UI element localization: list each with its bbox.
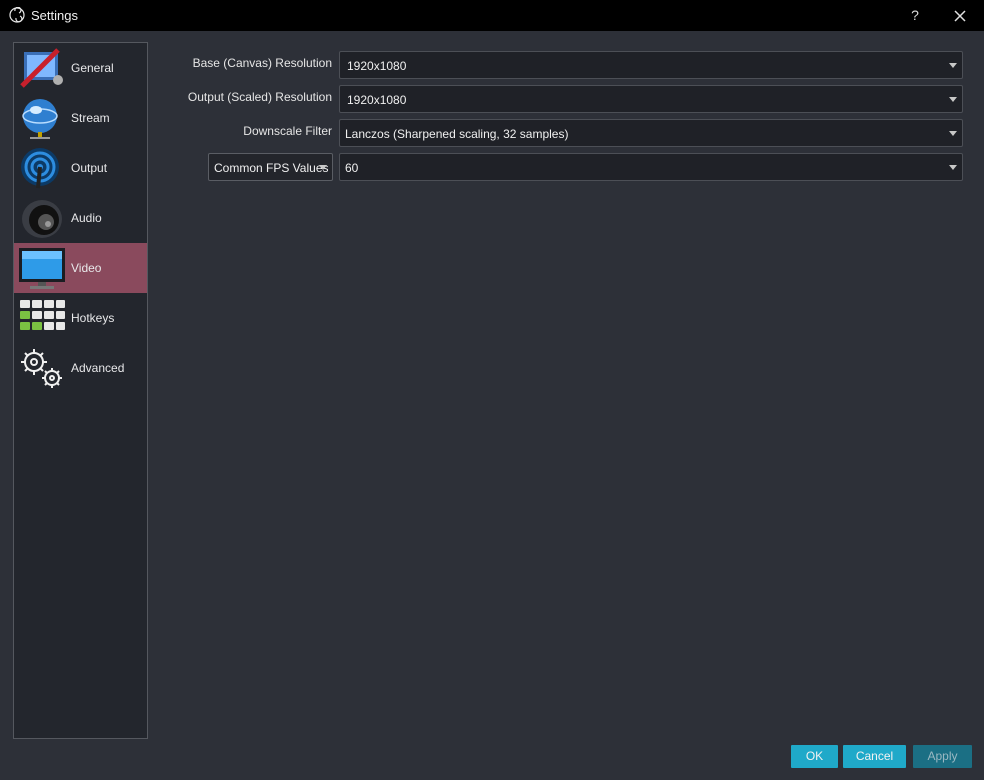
obs-logo-icon: [9, 7, 25, 23]
downscale-filter-label: Downscale Filter: [243, 124, 332, 138]
sidebar-item-label: Advanced: [71, 361, 125, 375]
general-icon: [20, 48, 63, 88]
output-resolution-label: Output (Scaled) Resolution: [187, 90, 332, 104]
combobox-value: 60: [345, 161, 359, 175]
ok-button[interactable]: OK: [791, 745, 838, 768]
close-icon[interactable]: [950, 6, 970, 26]
chevron-down-icon: [949, 165, 957, 170]
sidebar-item-general[interactable]: General: [14, 43, 147, 93]
sidebar-item-advanced[interactable]: Advanced: [14, 343, 147, 393]
keyboard-icon: [20, 300, 65, 330]
speaker-icon: [22, 200, 62, 238]
sidebar-item-output[interactable]: Output: [14, 143, 147, 193]
sidebar-item-audio[interactable]: Audio: [14, 193, 147, 243]
sidebar-item-label: Audio: [71, 211, 102, 225]
help-button[interactable]: ?: [906, 6, 924, 24]
output-resolution-combobox[interactable]: 1920x1080: [339, 85, 963, 113]
combobox-value: 1920x1080: [347, 93, 407, 107]
globe-icon: [22, 99, 58, 139]
combobox-value: Common FPS Values: [214, 161, 329, 175]
settings-sidebar: General Stream Output Audio Video Hotkey…: [13, 42, 148, 739]
downscale-filter-combobox[interactable]: Lanczos (Sharpened scaling, 32 samples): [339, 119, 963, 147]
combobox-value: Lanczos (Sharpened scaling, 32 samples): [345, 127, 569, 141]
fps-value-combobox[interactable]: 60: [339, 153, 963, 181]
base-resolution-label: Base (Canvas) Resolution: [192, 56, 332, 70]
settings-window: General Stream Output Audio Video Hotkey…: [0, 31, 984, 780]
gears-icon: [21, 349, 62, 388]
fps-type-combobox[interactable]: Common FPS Values: [208, 153, 333, 181]
monitor-icon: [19, 248, 65, 289]
chevron-down-icon: [319, 165, 327, 170]
broadcast-icon: [21, 148, 59, 189]
chevron-down-icon: [949, 131, 957, 136]
chevron-down-icon: [949, 63, 957, 68]
sidebar-item-label: Output: [71, 161, 108, 175]
sidebar-item-stream[interactable]: Stream: [14, 93, 147, 143]
sidebar-item-label: General: [71, 61, 114, 75]
sidebar-item-label: Hotkeys: [71, 311, 115, 325]
chevron-down-icon: [949, 97, 957, 102]
cancel-button[interactable]: Cancel: [843, 745, 906, 768]
apply-button[interactable]: Apply: [913, 745, 972, 768]
title-bar: Settings ?: [0, 0, 984, 31]
sidebar-item-hotkeys[interactable]: Hotkeys: [14, 293, 147, 343]
sidebar-item-label: Stream: [71, 111, 110, 125]
base-resolution-combobox[interactable]: 1920x1080: [339, 51, 963, 79]
window-title: Settings: [31, 8, 78, 23]
sidebar-item-label: Video: [71, 261, 102, 275]
combobox-value: 1920x1080: [347, 59, 407, 73]
sidebar-item-video[interactable]: Video: [14, 243, 147, 293]
